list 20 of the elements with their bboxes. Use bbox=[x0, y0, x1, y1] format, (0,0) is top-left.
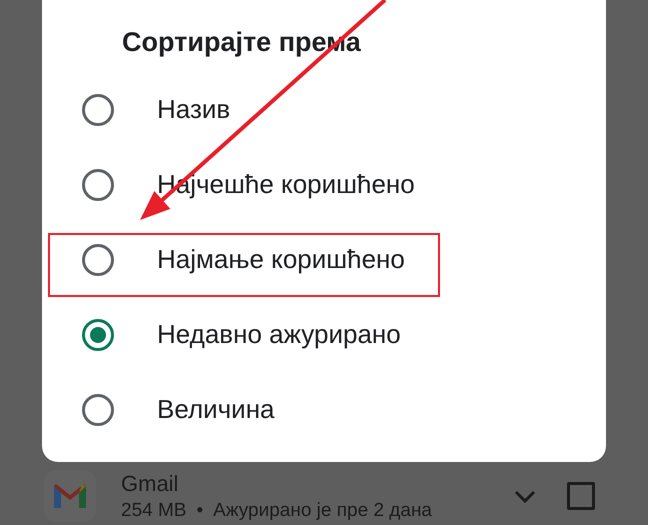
option-label: Недавно ажурирано bbox=[157, 319, 401, 350]
radio-button[interactable] bbox=[82, 168, 114, 200]
sort-option[interactable]: Величина bbox=[42, 372, 606, 447]
sort-option[interactable]: Најмање коришћено bbox=[42, 222, 606, 297]
app-name: Gmail bbox=[121, 470, 178, 496]
radio-button[interactable] bbox=[82, 394, 114, 426]
option-label: Величина bbox=[157, 394, 275, 425]
chevron-down-icon[interactable] bbox=[513, 488, 537, 504]
option-label: Најмање коришћено bbox=[157, 244, 405, 275]
radio-button[interactable] bbox=[82, 94, 114, 126]
updated-text: Ажурирано је пре 2 дана bbox=[213, 500, 432, 522]
app-size: 254 MB bbox=[121, 500, 186, 522]
option-label: Назив bbox=[157, 94, 230, 125]
checkbox[interactable] bbox=[567, 482, 595, 510]
radio-button[interactable] bbox=[82, 318, 114, 350]
separator-dot: • bbox=[196, 500, 204, 522]
sort-option[interactable]: Недавно ажурирано bbox=[42, 297, 606, 372]
sort-option[interactable]: Назив bbox=[42, 72, 606, 147]
radio-button[interactable] bbox=[82, 244, 114, 276]
mail-app-icon bbox=[44, 470, 96, 522]
